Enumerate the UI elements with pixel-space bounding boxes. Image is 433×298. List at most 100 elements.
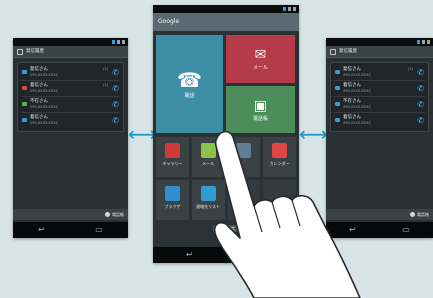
incoming-call-icon xyxy=(335,86,340,90)
contacts-icon: ▣ xyxy=(253,97,268,114)
incoming-call-icon xyxy=(335,118,340,122)
app-contact-list[interactable]: 連絡先リスト xyxy=(191,180,225,220)
call-button[interactable]: ✆ xyxy=(417,84,424,93)
battery-icon xyxy=(293,7,296,11)
mail-tile-label: メール xyxy=(252,65,268,71)
nav-bar: ↩ ▭ xyxy=(326,222,433,238)
nav-bar: ↩ ▭ xyxy=(13,222,128,238)
call-button[interactable]: ✆ xyxy=(112,84,119,93)
wifi-icon xyxy=(417,40,420,44)
back-icon[interactable]: ↩ xyxy=(349,225,356,235)
call-history-list: 発信さん 090-XXXX-XXXX (2) ✆ 着信さん 090-XXXX-X… xyxy=(330,62,429,132)
home-icon[interactable]: ▭ xyxy=(95,225,103,235)
caller-number: 090-XXXX-XXXX xyxy=(343,105,371,109)
history-row[interactable]: 着信さん 090-XXXX-XXXX ✆ xyxy=(21,113,120,129)
incoming-call-icon xyxy=(22,70,27,74)
contacts-label[interactable]: 電話帳 xyxy=(417,212,429,217)
app-gallery[interactable]: ギャラリー xyxy=(156,137,189,177)
back-icon[interactable]: ↩ xyxy=(38,225,45,235)
app-title: 発信履歴 xyxy=(339,48,357,54)
call-count: (1) xyxy=(103,83,108,87)
app-title: 発信履歴 xyxy=(26,48,44,54)
call-button[interactable]: ✆ xyxy=(112,68,119,77)
missed-call-icon xyxy=(22,86,27,90)
nav-bar: ↩ ▭ xyxy=(153,247,299,263)
caller-number: 090-XXXX-XXXX xyxy=(30,121,58,125)
call-count: (2) xyxy=(408,67,413,71)
call-button[interactable]: ✆ xyxy=(112,116,119,125)
phone-tile-label: 電話 xyxy=(184,93,195,99)
home-icon[interactable]: ▭ xyxy=(402,225,410,235)
contacts-tile[interactable]: ▣ 電話帳 xyxy=(226,86,295,133)
call-history-list: 発信さん 090-XXXX-XXXX (2) ✆ 着信さん 090-XXXX-X… xyxy=(17,62,124,132)
call-button[interactable]: ✆ xyxy=(417,116,424,125)
wifi-icon xyxy=(112,40,115,44)
incoming-call-icon xyxy=(22,118,27,122)
caller-name: 不在さん xyxy=(30,99,48,104)
phone-tile[interactable]: ☎ 電話 xyxy=(156,35,223,133)
home-icon[interactable]: ▭ xyxy=(258,250,266,260)
caller-number: 090-XXXX-XXXX xyxy=(30,73,58,77)
google-search-bar[interactable]: Google xyxy=(153,13,299,31)
calendar-icon xyxy=(272,143,288,158)
app-mail[interactable]: メール xyxy=(191,137,225,177)
caller-name: 着信さん xyxy=(30,83,48,88)
caller-name: 不在さん xyxy=(343,99,361,104)
empty-slot xyxy=(227,180,261,220)
status-bar xyxy=(326,38,433,46)
swipe-right-arrow-icon: ⟷ xyxy=(299,122,328,146)
caller-number: 090-XXXX-XXXX xyxy=(343,89,371,93)
battery-icon xyxy=(427,40,430,44)
app-header: 発信履歴 xyxy=(326,46,433,58)
caller-number: 090-XXXX-XXXX xyxy=(30,89,58,93)
call-history-icon xyxy=(330,48,336,55)
contacts-label[interactable]: 電話帳 xyxy=(112,212,124,217)
app-unknown[interactable] xyxy=(227,137,261,177)
app-header: 発信履歴 xyxy=(13,46,128,58)
history-row[interactable]: 着信さん 090-XXXX-XXXX (1) ✆ xyxy=(21,81,120,97)
history-row[interactable]: 不在さん 090-XXXX-XXXX ✆ xyxy=(334,97,425,113)
caller-number: 090-XXXX-XXXX xyxy=(343,121,371,125)
call-history-icon xyxy=(17,48,23,55)
wallpaper-button[interactable]: 壁紙設定 xyxy=(213,225,241,232)
mail-app-icon xyxy=(200,143,216,158)
app-grid: ギャラリー メール カレンダー ブラウザ 連絡先リスト xyxy=(156,137,296,220)
app-calendar[interactable]: カレンダー xyxy=(263,137,296,177)
caller-name: 着信さん xyxy=(30,115,48,120)
action-bar: 電話帳 xyxy=(326,209,433,220)
call-button[interactable]: ✆ xyxy=(417,68,424,77)
history-row[interactable]: 不在さん 090-XXXX-XXXX ✆ xyxy=(21,97,120,113)
gallery-icon xyxy=(164,143,180,158)
call-button[interactable]: ✆ xyxy=(417,100,424,109)
phone-icon: ☎ xyxy=(177,68,202,92)
outgoing-call-icon xyxy=(22,102,27,106)
status-bar xyxy=(13,38,128,46)
caller-name: 着信さん xyxy=(343,115,361,120)
app-browser[interactable]: ブラウザ xyxy=(156,180,189,220)
caller-name: 着信さん xyxy=(343,83,361,88)
mail-icon: ✉ xyxy=(254,47,267,63)
contacts-icon[interactable] xyxy=(410,212,415,217)
battery-icon xyxy=(122,40,125,44)
caller-number: 090-XXXX-XXXX xyxy=(343,73,371,77)
history-row[interactable]: 着信さん 090-XXXX-XXXX ✆ xyxy=(334,113,425,129)
history-row[interactable]: 発信さん 090-XXXX-XXXX (2) ✆ xyxy=(21,65,120,81)
contacts-tile-label: 電話帳 xyxy=(252,115,268,122)
history-row[interactable]: 発信さん 090-XXXX-XXXX (2) ✆ xyxy=(334,65,425,81)
back-icon[interactable]: ↩ xyxy=(186,250,193,260)
history-row[interactable]: 着信さん 090-XXXX-XXXX ✆ xyxy=(334,81,425,97)
wifi-icon xyxy=(283,7,286,11)
contacts-icon[interactable] xyxy=(105,212,110,217)
signal-icon xyxy=(117,40,120,44)
caller-name: 発信さん xyxy=(30,67,48,72)
mail-tile[interactable]: ✉ メール xyxy=(226,35,295,83)
signal-icon xyxy=(422,40,425,44)
signal-icon xyxy=(288,7,291,11)
contact-list-icon xyxy=(200,186,216,201)
left-phone-screen: 発信履歴 発信さん 090-XXXX-XXXX (2) ✆ 着信さん 090-X… xyxy=(13,38,128,238)
status-bar xyxy=(153,5,299,13)
incoming-call-icon xyxy=(335,102,340,106)
right-phone-screen: 発信履歴 発信さん 090-XXXX-XXXX (2) ✆ 着信さん 090-X… xyxy=(326,38,433,238)
call-count: (2) xyxy=(103,67,108,71)
call-button[interactable]: ✆ xyxy=(112,100,119,109)
